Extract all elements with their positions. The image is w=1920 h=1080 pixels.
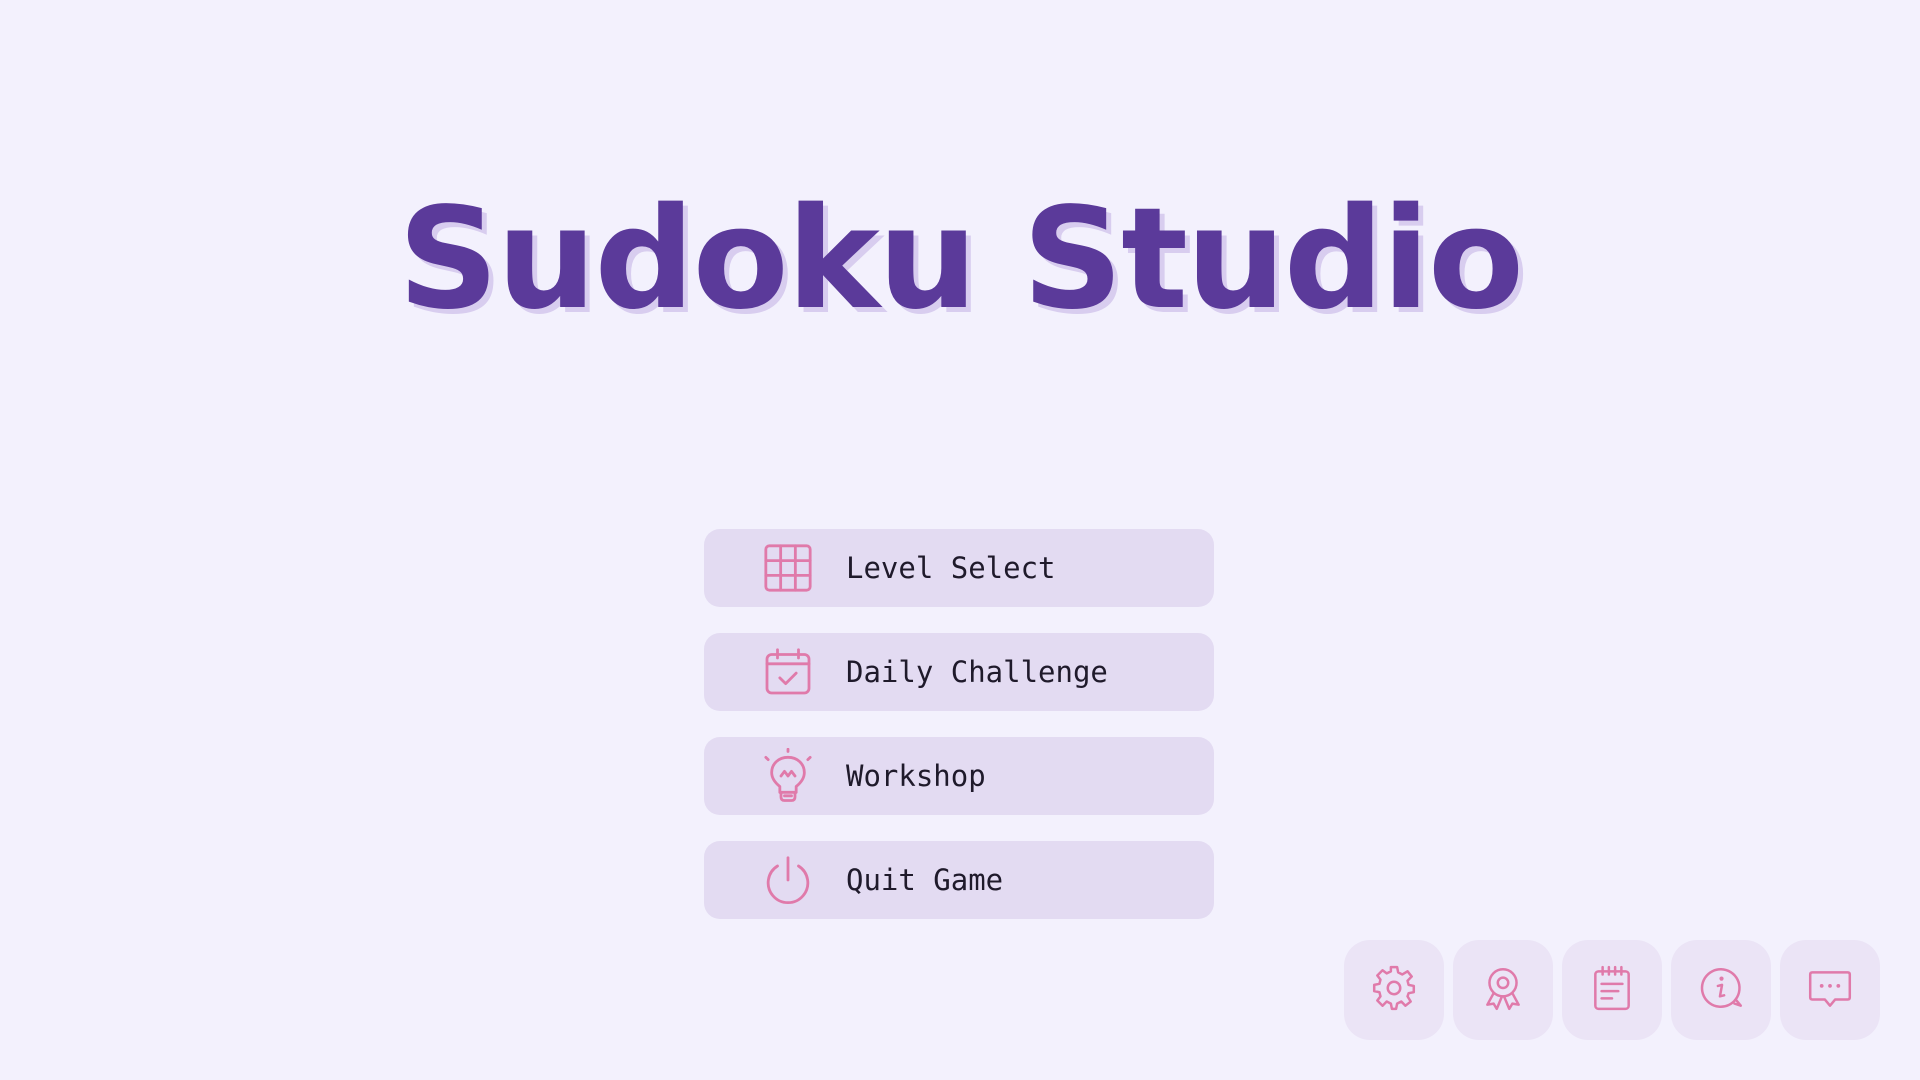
notepad-icon [1587,963,1637,1017]
main-menu-screen: Sudoku Studio Level Select Daily Challen… [0,0,1920,1080]
quit-game-label: Quit Game [846,863,1004,897]
calendar-check-icon [760,644,816,700]
info-bubble-icon [1696,963,1746,1017]
achievements-button[interactable] [1453,940,1553,1040]
award-ribbon-icon [1478,963,1528,1017]
info-button[interactable] [1671,940,1771,1040]
settings-button[interactable] [1344,940,1444,1040]
power-icon [760,852,816,908]
workshop-label: Workshop [846,759,986,793]
feedback-button[interactable] [1780,940,1880,1040]
chat-bubble-icon [1805,963,1855,1017]
gear-icon [1369,963,1419,1017]
main-menu: Level Select Daily Challenge Workshop Qu… [704,529,1214,945]
level-select-label: Level Select [846,551,1056,585]
grid-icon [760,540,816,596]
daily-challenge-label: Daily Challenge [846,655,1108,689]
daily-challenge-button[interactable]: Daily Challenge [704,633,1214,711]
level-select-button[interactable]: Level Select [704,529,1214,607]
workshop-button[interactable]: Workshop [704,737,1214,815]
game-title: Sudoku Studio [397,178,1524,341]
quit-game-button[interactable]: Quit Game [704,841,1214,919]
lightbulb-icon [760,748,816,804]
corner-toolbar [1344,940,1889,1040]
notes-button[interactable] [1562,940,1662,1040]
